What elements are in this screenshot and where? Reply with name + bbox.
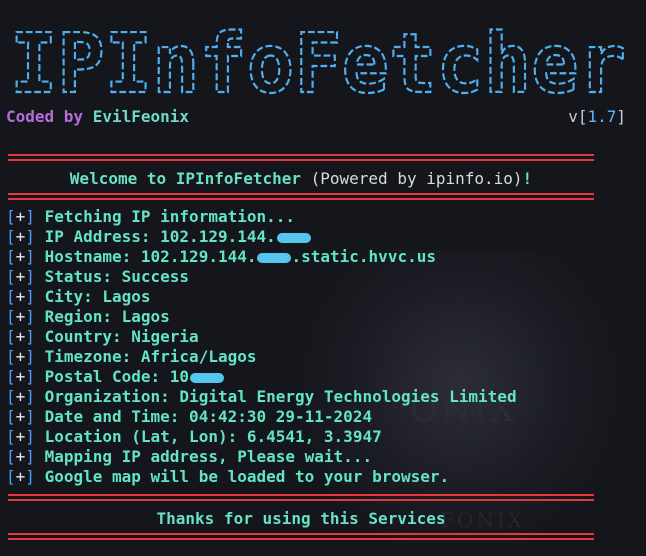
log-line: [+] Status: Success	[6, 267, 517, 287]
log-line: [+] Postal Code: 10	[6, 367, 517, 387]
plus-marker: +	[15, 227, 26, 246]
log-text-tail: .static.hvvc.us	[291, 247, 436, 266]
separator-top	[8, 154, 594, 161]
log-line: [+] Location (Lat, Lon): 6.4541, 3.3947	[6, 427, 517, 447]
output-log: [+] Fetching IP information... [+] IP Add…	[6, 207, 517, 487]
plus-marker: +	[15, 207, 26, 226]
log-line: [+] Google map will be loaded to your br…	[6, 467, 517, 487]
bracket-close: ]	[25, 207, 35, 226]
separator-bottom	[8, 533, 594, 540]
log-line: [+] Country: Nigeria	[6, 327, 517, 347]
log-line: [+] Mapping IP address, Please wait...	[6, 447, 517, 467]
bracket-open: [	[6, 407, 16, 426]
credit-prefix: Coded by	[6, 107, 84, 126]
bracket-open: [	[6, 427, 16, 446]
bracket-open: [	[6, 227, 16, 246]
plus-marker: +	[15, 467, 26, 486]
plus-marker: +	[15, 447, 26, 466]
bracket-close: ]	[25, 447, 35, 466]
bracket-open: [	[6, 387, 16, 406]
credit-line: Coded by EvilFeonix	[6, 107, 189, 126]
bracket-open: [	[6, 447, 16, 466]
log-text: Postal Code: 10	[44, 367, 190, 386]
bracket-open: [	[6, 207, 16, 226]
version-prefix: v[	[568, 107, 588, 126]
bracket-close: ]	[25, 467, 35, 486]
plus-marker: +	[15, 247, 26, 266]
bracket-open: [	[6, 467, 16, 486]
bracket-open: [	[6, 287, 16, 306]
log-text: Organization: Digital Energy Technologie…	[44, 387, 517, 406]
bracket-close: ]	[25, 367, 35, 386]
redaction-icon	[190, 372, 225, 383]
log-line: [+] Fetching IP information...	[6, 207, 517, 227]
redaction-icon	[257, 252, 292, 263]
thanks-message: Thanks for using this Services	[156, 509, 446, 528]
version-label: v[1.7]	[568, 107, 626, 126]
plus-marker: +	[15, 427, 26, 446]
log-text: City: Lagos	[44, 287, 151, 306]
log-text: Timezone: Africa/Lagos	[44, 347, 257, 366]
log-line: [+] Organization: Digital Energy Technol…	[6, 387, 517, 407]
bracket-close: ]	[25, 427, 35, 446]
welcome-bang: !	[522, 169, 533, 188]
welcome-lead: Welcome to IPInfoFetcher	[69, 169, 301, 188]
separator-mid	[8, 193, 594, 200]
bracket-close: ]	[25, 327, 35, 346]
ascii-banner: IPInfoFetcher	[6, 6, 630, 106]
plus-marker: +	[15, 407, 26, 426]
bracket-open: [	[6, 347, 16, 366]
log-text: Hostname: 102.129.144.	[44, 247, 257, 266]
banner-title: IPInfoFetcher	[10, 17, 626, 106]
log-text: Country: Nigeria	[44, 327, 199, 346]
log-line: [+] City: Lagos	[6, 287, 517, 307]
version-number: 1.7	[587, 107, 617, 126]
log-text: Mapping IP address, Please wait...	[44, 447, 373, 466]
bracket-open: [	[6, 307, 16, 326]
plus-marker: +	[15, 307, 26, 326]
bracket-close: ]	[25, 267, 35, 286]
bracket-close: ]	[25, 307, 35, 326]
bracket-close: ]	[25, 247, 35, 266]
log-text: Location (Lat, Lon): 6.4541, 3.3947	[44, 427, 382, 446]
welcome-powered: (Powered by ipinfo.io)	[310, 169, 523, 188]
log-text: Date and Time: 04:42:30 29-11-2024	[44, 407, 373, 426]
redaction-icon	[276, 232, 311, 243]
separator-lower	[8, 494, 594, 501]
log-line: [+] Date and Time: 04:42:30 29-11-2024	[6, 407, 517, 427]
plus-marker: +	[15, 267, 26, 286]
log-text: Fetching IP information...	[44, 207, 296, 226]
plus-marker: +	[15, 367, 26, 386]
bracket-open: [	[6, 367, 16, 386]
bracket-close: ]	[25, 287, 35, 306]
log-line: [+] Region: Lagos	[6, 307, 517, 327]
plus-marker: +	[15, 327, 26, 346]
log-line: [+] Hostname: 102.129.144. .static.hvvc.u…	[6, 247, 517, 267]
credit-author: EvilFeonix	[92, 107, 190, 126]
bracket-open: [	[6, 247, 16, 266]
log-text: Status: Success	[44, 267, 190, 286]
bracket-open: [	[6, 267, 16, 286]
log-text: IP Address: 102.129.144.	[44, 227, 276, 246]
log-line: [+] Timezone: Africa/Lagos	[6, 347, 517, 367]
bracket-open: [	[6, 327, 16, 346]
welcome-message: Welcome to IPInfoFetcher (Powered by ipi…	[8, 169, 594, 188]
version-suffix: ]	[616, 107, 626, 126]
bracket-close: ]	[25, 347, 35, 366]
log-text: Google map will be loaded to your browse…	[44, 467, 450, 486]
log-text: Region: Lagos	[44, 307, 170, 326]
bracket-close: ]	[25, 407, 35, 426]
plus-marker: +	[15, 287, 26, 306]
bracket-close: ]	[25, 387, 35, 406]
plus-marker: +	[15, 347, 26, 366]
bracket-close: ]	[25, 227, 35, 246]
plus-marker: +	[15, 387, 26, 406]
log-line: [+] IP Address: 102.129.144.	[6, 227, 517, 247]
